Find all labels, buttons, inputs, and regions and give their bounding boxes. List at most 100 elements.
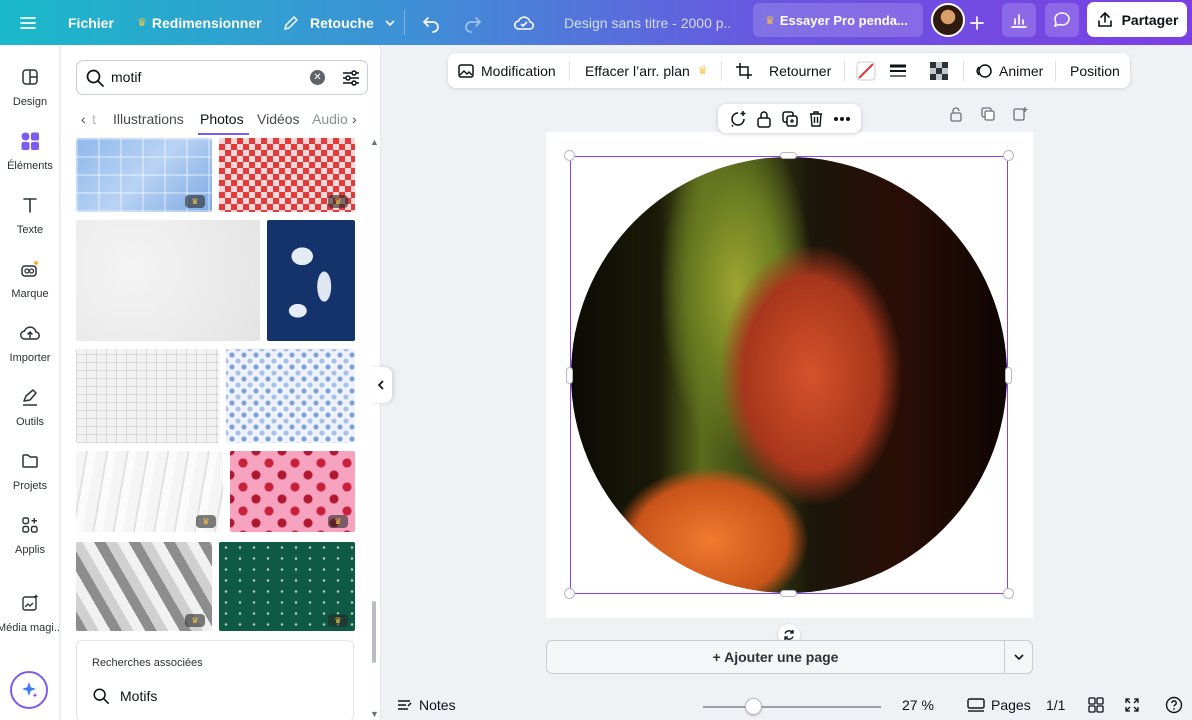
photo-thumbnail[interactable]: ♛ bbox=[230, 451, 355, 532]
notes-icon bbox=[398, 700, 412, 710]
notes-button[interactable]: Notes bbox=[396, 690, 456, 720]
rail-label: Outils bbox=[15, 416, 45, 428]
related-search-item[interactable]: Motifs bbox=[92, 687, 157, 705]
search-input[interactable] bbox=[111, 69, 301, 85]
rail-item-apps[interactable]: Applis bbox=[0, 513, 60, 556]
rail-item-projects[interactable]: Projets bbox=[0, 449, 60, 492]
rail-item-elements[interactable]: Éléments bbox=[0, 129, 60, 172]
photo-thumbnail[interactable] bbox=[226, 349, 355, 443]
search-box[interactable]: ✕ bbox=[76, 60, 368, 95]
flip-button[interactable]: Retourner bbox=[769, 53, 831, 88]
duplicate-page-icon[interactable] bbox=[980, 106, 996, 122]
tab-photos[interactable]: Photos bbox=[200, 111, 244, 127]
try-pro-button[interactable]: ♛ Essayer Pro penda... bbox=[753, 3, 923, 37]
share-label: Partager bbox=[1121, 11, 1179, 28]
analytics-icon[interactable] bbox=[1002, 3, 1036, 37]
edit-image-button[interactable]: Modification bbox=[457, 53, 556, 88]
resize-button[interactable]: ♛ Redimensionner bbox=[137, 0, 262, 45]
comment-add-icon[interactable] bbox=[729, 110, 747, 128]
lock-icon[interactable] bbox=[756, 110, 772, 128]
resize-handle[interactable] bbox=[564, 150, 575, 161]
photo-thumbnail[interactable] bbox=[267, 220, 355, 341]
border-color-icon[interactable] bbox=[856, 53, 876, 88]
document-title[interactable]: Design sans titre - 2000 p... bbox=[564, 0, 732, 45]
zoom-slider[interactable] bbox=[703, 706, 881, 708]
tab-videos[interactable]: Vidéos bbox=[257, 111, 300, 127]
photo-thumbnail[interactable]: ♛ bbox=[219, 542, 355, 631]
resize-handle[interactable] bbox=[780, 590, 797, 597]
scroll-up-icon[interactable]: ▲ bbox=[370, 137, 379, 147]
photo-thumbnail[interactable] bbox=[76, 349, 219, 443]
resize-handle[interactable] bbox=[1003, 588, 1014, 599]
scrollbar[interactable] bbox=[372, 601, 376, 663]
comment-icon[interactable] bbox=[1045, 3, 1079, 37]
photo-thumbnail[interactable]: ♛ bbox=[76, 451, 223, 532]
rail-item-tools[interactable]: Outils bbox=[0, 385, 60, 428]
add-page-icon[interactable] bbox=[1012, 106, 1028, 122]
resize-handle[interactable] bbox=[564, 588, 575, 599]
help-icon[interactable] bbox=[1165, 690, 1183, 720]
resize-handle[interactable] bbox=[566, 367, 573, 384]
collapse-panel-button[interactable] bbox=[369, 367, 392, 403]
crown-icon: ♛ bbox=[328, 515, 348, 528]
undo-icon[interactable] bbox=[421, 0, 441, 45]
pages-button[interactable]: Pages bbox=[967, 690, 1031, 720]
resize-handle[interactable] bbox=[1003, 150, 1014, 161]
border-style-icon[interactable] bbox=[889, 53, 907, 88]
zoom-level[interactable]: 27 % bbox=[902, 690, 934, 720]
main-menu-icon[interactable] bbox=[18, 0, 38, 45]
file-menu[interactable]: Fichier bbox=[68, 0, 114, 45]
rail-item-upload[interactable]: Importer bbox=[0, 321, 60, 364]
top-bar: Fichier ♛ Redimensionner Retouche Design… bbox=[0, 0, 1192, 45]
resize-handle[interactable] bbox=[780, 152, 797, 159]
more-options-icon[interactable] bbox=[833, 116, 851, 122]
tab-templates[interactable]: t bbox=[92, 111, 96, 127]
redo-icon[interactable] bbox=[463, 0, 483, 45]
animate-button[interactable]: Animer bbox=[975, 53, 1043, 88]
trash-icon[interactable] bbox=[808, 110, 824, 128]
rail-item-design[interactable]: Design bbox=[0, 65, 60, 108]
avatar[interactable] bbox=[931, 3, 965, 37]
tab-illustrations[interactable]: Illustrations bbox=[113, 111, 184, 127]
rail-item-brand[interactable]: Marque bbox=[0, 257, 60, 300]
photo-thumbnail[interactable]: ♛ bbox=[76, 138, 212, 212]
clear-icon[interactable]: ✕ bbox=[310, 70, 325, 85]
share-button[interactable]: Partager bbox=[1087, 2, 1187, 37]
crown-icon: ♛ bbox=[697, 65, 708, 77]
chevron-right-icon[interactable]: › bbox=[352, 111, 357, 127]
add-collaborator-icon[interactable] bbox=[969, 0, 985, 45]
fullscreen-icon[interactable] bbox=[1124, 690, 1140, 720]
zoom-slider-knob[interactable] bbox=[745, 698, 762, 715]
crown-icon: ♛ bbox=[765, 14, 775, 27]
search-icon bbox=[86, 69, 104, 87]
retouch-button[interactable]: Retouche bbox=[282, 0, 396, 45]
remove-background-button[interactable]: Effacer l’arr. plan ♛ bbox=[585, 53, 713, 88]
photo-thumbnail[interactable] bbox=[76, 220, 260, 341]
divider bbox=[569, 61, 570, 81]
photo-thumbnail[interactable]: ♛ bbox=[219, 138, 355, 212]
divider bbox=[963, 61, 964, 81]
duplicate-icon[interactable] bbox=[781, 110, 799, 128]
add-page-button[interactable]: + Ajouter une page bbox=[547, 641, 1004, 673]
scroll-down-icon[interactable]: ▼ bbox=[370, 709, 379, 719]
chevron-left-icon[interactable]: ‹ bbox=[81, 111, 86, 127]
crop-icon[interactable] bbox=[735, 53, 753, 88]
document-title-text: Design sans titre - 2000 p... bbox=[564, 14, 732, 31]
photo-thumbnail[interactable]: ♛ bbox=[76, 542, 212, 631]
filter-icon[interactable] bbox=[341, 69, 361, 87]
rail-item-magic-media[interactable]: Média magi... bbox=[0, 591, 63, 634]
crown-icon: ♛ bbox=[185, 195, 205, 208]
rail-item-text[interactable]: Texte bbox=[0, 193, 60, 236]
magic-assistant-button[interactable] bbox=[10, 671, 48, 709]
transparency-icon[interactable] bbox=[930, 53, 948, 88]
position-button[interactable]: Position bbox=[1070, 53, 1120, 88]
try-pro-label: Essayer Pro penda... bbox=[779, 12, 908, 28]
grid-view-icon[interactable] bbox=[1088, 690, 1104, 720]
rail-label: Applis bbox=[15, 544, 45, 556]
upload-icon bbox=[18, 321, 42, 345]
resize-handle[interactable] bbox=[1005, 367, 1012, 384]
lock-icon[interactable] bbox=[948, 106, 964, 122]
tab-audio[interactable]: Audio bbox=[312, 111, 348, 127]
cloud-saved-icon[interactable] bbox=[513, 0, 535, 45]
add-page-options[interactable] bbox=[1005, 641, 1033, 673]
